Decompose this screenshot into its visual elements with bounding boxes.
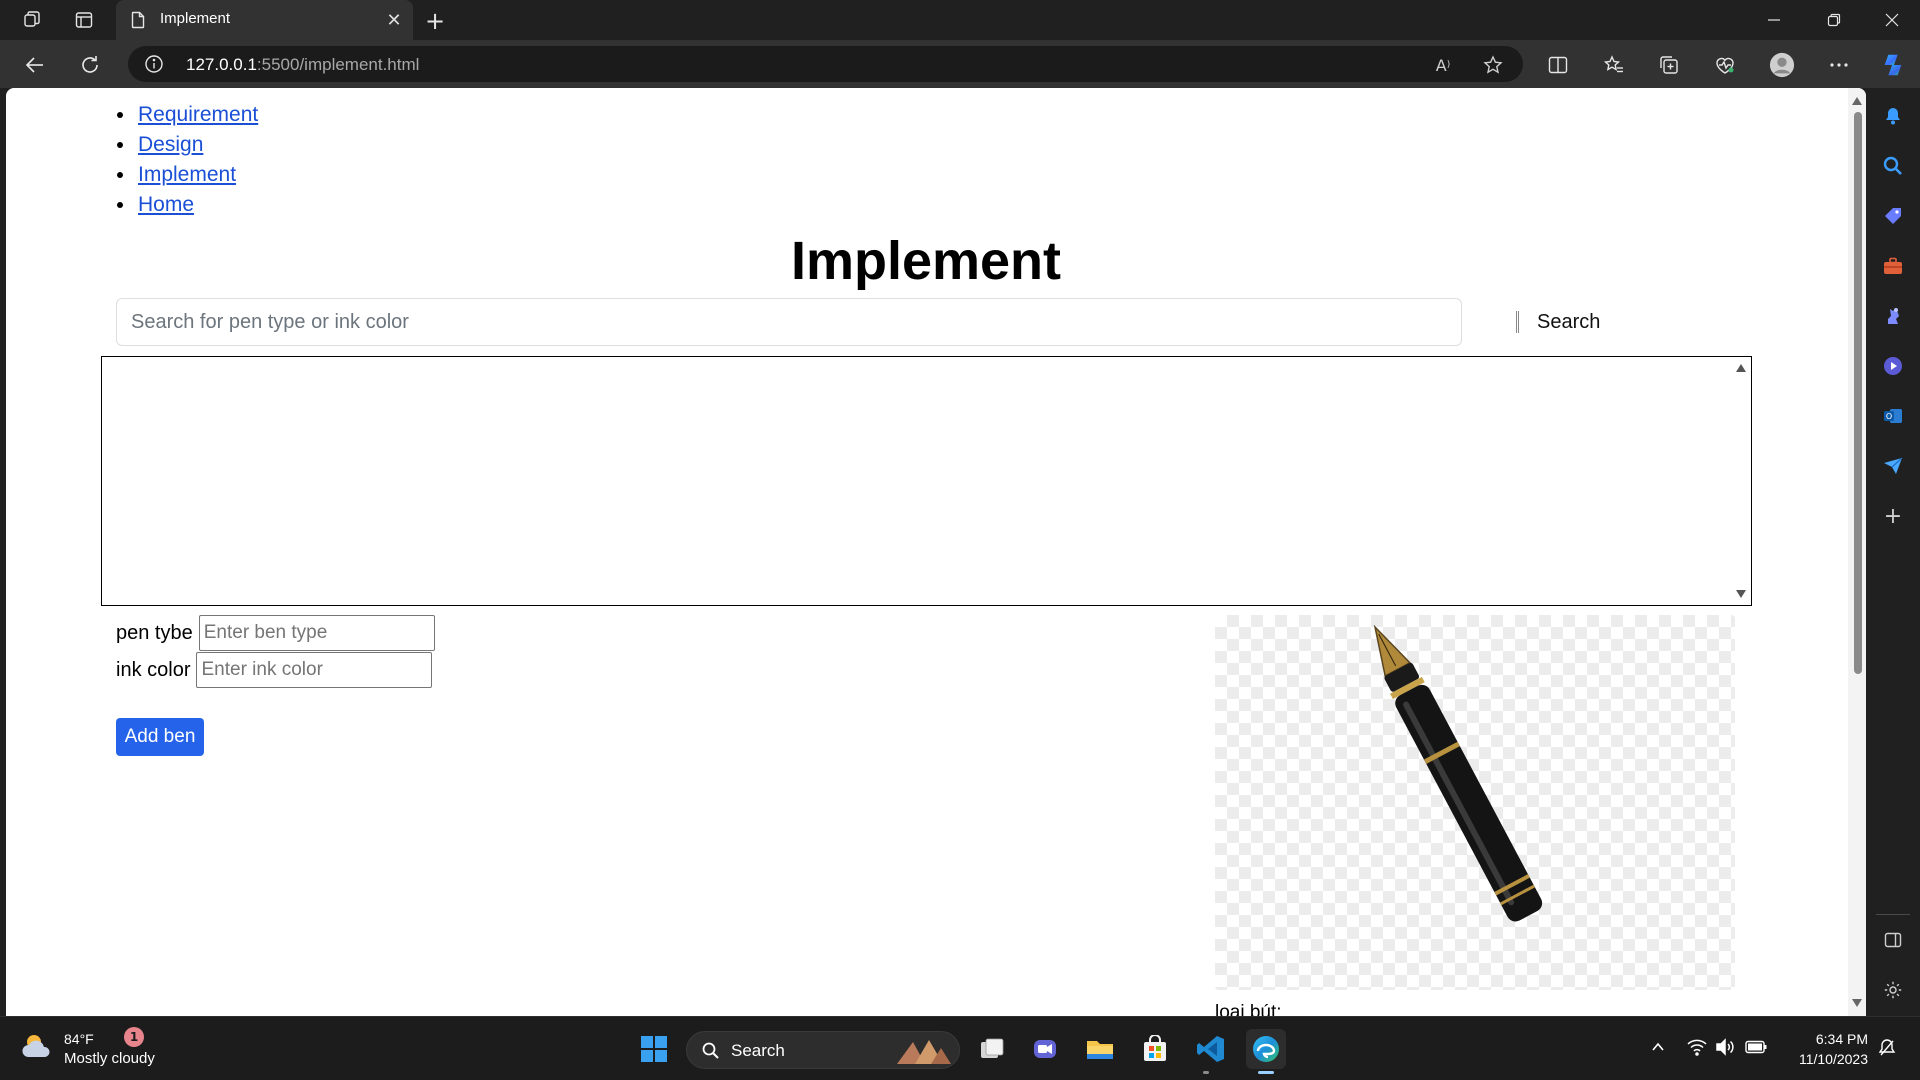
copilot-icon[interactable] bbox=[1880, 52, 1906, 78]
implement-link[interactable]: Implement bbox=[138, 163, 236, 186]
nav-item-design: Design bbox=[136, 130, 258, 160]
scrollbar-thumb[interactable] bbox=[1854, 112, 1862, 674]
notification-center-icon[interactable] bbox=[1876, 1037, 1898, 1059]
site-info-icon[interactable] bbox=[144, 54, 164, 74]
favorite-star-icon[interactable] bbox=[1482, 54, 1504, 76]
windows-start-icon[interactable] bbox=[634, 1029, 674, 1069]
web-page: Requirement Design Implement Home Implem… bbox=[6, 88, 1866, 1016]
weather-condition-text: Mostly cloudy bbox=[64, 1050, 155, 1067]
running-indicator bbox=[1203, 1071, 1209, 1074]
ink-color-row: ink color bbox=[116, 652, 433, 688]
url-text: 127.0.0.1:5500/implement.html bbox=[186, 55, 420, 74]
battery-icon[interactable] bbox=[1744, 1037, 1768, 1057]
search-input[interactable] bbox=[116, 298, 1462, 346]
scroll-up-arrow-icon[interactable] bbox=[1735, 363, 1747, 373]
close-window-button[interactable] bbox=[1864, 0, 1920, 40]
search-button[interactable]: Search bbox=[1516, 306, 1600, 338]
edge-browser-icon[interactable] bbox=[1246, 1029, 1286, 1074]
shopping-tag-icon[interactable] bbox=[1881, 204, 1905, 228]
new-tab-button[interactable]: + bbox=[420, 6, 450, 36]
taskbar-search-box[interactable]: Search bbox=[686, 1031, 960, 1069]
restore-button[interactable] bbox=[1806, 0, 1862, 40]
clock-time: 6:34 PM bbox=[1815, 1031, 1868, 1047]
pen-type-input[interactable] bbox=[198, 615, 435, 651]
home-link[interactable]: Home bbox=[138, 193, 194, 216]
add-sidebar-app-icon[interactable]: + bbox=[1881, 504, 1905, 529]
taskbar-search-label: Search bbox=[731, 1041, 785, 1060]
design-link[interactable]: Design bbox=[138, 133, 203, 156]
show-hidden-icons-chevron-icon[interactable] bbox=[1648, 1037, 1668, 1057]
outlook-icon[interactable]: O bbox=[1881, 404, 1905, 428]
games-icon[interactable] bbox=[1881, 304, 1905, 328]
wifi-icon[interactable] bbox=[1686, 1037, 1708, 1057]
task-view-icon[interactable] bbox=[972, 1029, 1012, 1069]
browser-toolbar: 127.0.0.1:5500/implement.html A) bbox=[0, 40, 1920, 88]
back-button[interactable] bbox=[20, 50, 50, 80]
minimize-button[interactable] bbox=[1746, 0, 1802, 40]
send-drop-icon[interactable] bbox=[1881, 454, 1905, 478]
add-pen-button[interactable]: Add ben bbox=[116, 718, 204, 756]
pen-list-textarea[interactable] bbox=[101, 356, 1752, 606]
search-button-label: Search bbox=[1537, 310, 1601, 333]
more-options-icon[interactable] bbox=[1826, 52, 1852, 78]
requirement-link[interactable]: Requirement bbox=[138, 103, 258, 126]
hide-sidebar-icon[interactable] bbox=[1881, 928, 1905, 952]
pen-type-caption: loại bút: bbox=[1215, 1002, 1282, 1016]
svg-text:O: O bbox=[1886, 412, 1892, 421]
file-explorer-icon[interactable] bbox=[1080, 1029, 1120, 1069]
tab-implement[interactable]: Implement ✕ bbox=[116, 0, 413, 40]
read-aloud-icon[interactable]: A) bbox=[1432, 54, 1454, 76]
ink-color-label: ink color bbox=[116, 658, 191, 681]
active-app-indicator bbox=[1258, 1071, 1274, 1074]
system-clock[interactable]: 6:34 PM 11/10/2023 bbox=[1784, 1029, 1868, 1069]
collections-icon[interactable] bbox=[1656, 52, 1682, 78]
search-highlight-icon bbox=[897, 1040, 951, 1064]
pen-type-row: pen tybe bbox=[116, 615, 435, 651]
scroll-down-arrow-icon[interactable] bbox=[1735, 589, 1747, 599]
profile-avatar[interactable] bbox=[1769, 52, 1795, 78]
nav-item-implement: Implement bbox=[136, 160, 258, 190]
tools-briefcase-icon[interactable] bbox=[1881, 254, 1905, 278]
page-scrollbar[interactable] bbox=[1848, 88, 1866, 1016]
split-screen-icon[interactable] bbox=[1545, 52, 1571, 78]
nav-item-requirement: Requirement bbox=[136, 100, 258, 130]
microsoft-store-icon[interactable] bbox=[1135, 1029, 1175, 1069]
teams-chat-icon[interactable] bbox=[1025, 1029, 1065, 1069]
close-tab-icon[interactable]: ✕ bbox=[382, 8, 406, 32]
notification-badge: 1 bbox=[124, 1027, 144, 1047]
tab-title: Implement bbox=[160, 10, 231, 27]
copilot-sidebar-icon[interactable] bbox=[1881, 354, 1905, 378]
sidebar-divider bbox=[1876, 914, 1910, 915]
tab-actions-icon[interactable] bbox=[72, 8, 96, 32]
weather-widget[interactable]: 84°F Mostly cloudy 1 bbox=[20, 1027, 155, 1067]
page-icon bbox=[128, 10, 148, 30]
temperature-text: 84°F bbox=[64, 1031, 94, 1047]
browser-title-bar: Implement ✕ + bbox=[0, 0, 1920, 40]
nav-item-home: Home bbox=[136, 190, 258, 220]
vscode-icon[interactable] bbox=[1191, 1029, 1231, 1074]
workspaces-icon[interactable] bbox=[20, 8, 44, 32]
ink-color-input[interactable] bbox=[196, 652, 433, 688]
pen-type-label: pen tybe bbox=[116, 621, 193, 644]
cloudy-weather-icon bbox=[22, 1035, 50, 1057]
page-scroll-up-icon[interactable] bbox=[1851, 96, 1863, 106]
volume-icon[interactable] bbox=[1714, 1037, 1736, 1057]
edge-sidebar: O + bbox=[1866, 88, 1920, 1016]
taskbar-search-icon bbox=[702, 1042, 719, 1059]
address-bar[interactable]: 127.0.0.1:5500/implement.html A) bbox=[128, 46, 1523, 82]
sidebar-settings-gear-icon[interactable] bbox=[1881, 978, 1905, 1002]
search-icon[interactable] bbox=[1881, 154, 1905, 178]
favorites-icon[interactable] bbox=[1601, 52, 1627, 78]
nav-links: Requirement Design Implement Home bbox=[136, 100, 258, 220]
page-title: Implement bbox=[790, 231, 1062, 291]
fountain-pen-image bbox=[1215, 615, 1735, 990]
refresh-button[interactable] bbox=[75, 50, 105, 80]
clock-date: 11/10/2023 bbox=[1798, 1051, 1868, 1067]
text-cursor-icon bbox=[1516, 311, 1519, 333]
browser-essentials-icon[interactable] bbox=[1712, 52, 1738, 78]
windows-taskbar: 84°F Mostly cloudy 1 Search 6:34 PM 11/1… bbox=[0, 1016, 1920, 1080]
page-scroll-down-icon[interactable] bbox=[1851, 998, 1863, 1008]
notifications-bell-icon[interactable] bbox=[1881, 104, 1905, 128]
